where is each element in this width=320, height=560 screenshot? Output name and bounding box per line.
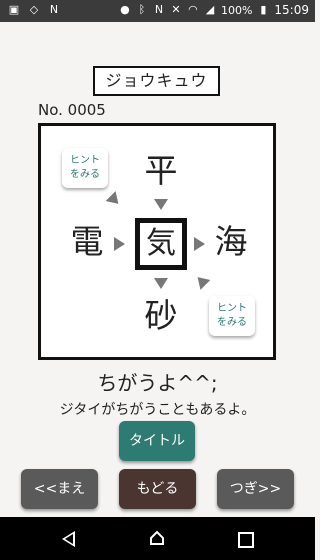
- hint-label-line2: をみる: [217, 317, 247, 328]
- next-button[interactable]: つぎ>>: [217, 469, 294, 509]
- status-bar: ▣ ◇ N ● ᛒ N ✕ ◠ ◢ 100% ▮ 15:09: [0, 0, 315, 22]
- hint-button-top[interactable]: ヒント をみる: [62, 148, 108, 188]
- bluetooth-icon: ᛒ: [138, 3, 146, 16]
- kanji-bottom: 砂: [144, 296, 178, 335]
- clock: 15:09: [274, 3, 309, 17]
- arrow-down-icon: [154, 199, 168, 210]
- level-number: No. 0005: [38, 101, 106, 119]
- prev-button[interactable]: <<まえ: [21, 469, 98, 509]
- shield-icon: ◇: [29, 3, 39, 16]
- level-title: ジョウキュウ: [93, 66, 220, 96]
- arrow-down-icon: [154, 278, 168, 289]
- kanji-left: 電: [70, 222, 104, 261]
- nfc-icon: N: [154, 3, 164, 16]
- wifi-icon: ◠: [188, 3, 198, 16]
- hint-label-line1: ヒント: [217, 303, 247, 314]
- hint-label-line2: をみる: [70, 169, 100, 180]
- kanji-top: 平: [144, 151, 178, 190]
- arrow-right-icon: [114, 237, 125, 251]
- arrow-right-icon: [194, 237, 205, 251]
- location-icon: ●: [120, 3, 130, 16]
- nav-recent-icon[interactable]: [238, 532, 254, 548]
- signal-icon: ◢: [205, 3, 215, 16]
- n-icon: N: [49, 3, 59, 16]
- hint-label-line1: ヒント: [70, 155, 100, 166]
- mute-icon: ✕: [171, 3, 181, 16]
- back-button[interactable]: もどる: [119, 469, 196, 509]
- nav-home-icon[interactable]: [149, 530, 165, 546]
- battery-percent: 100%: [220, 3, 253, 17]
- result-submessage: ジタイがちがうこともあるよ。: [59, 402, 256, 418]
- arrow-diagonal-icon: [105, 191, 124, 209]
- result-message: ちがうよ^^;: [97, 371, 218, 395]
- title-button[interactable]: タイトル: [119, 421, 195, 461]
- app-icon: ▣: [8, 3, 20, 16]
- nav-back-icon[interactable]: [62, 531, 75, 547]
- hint-button-bottom[interactable]: ヒント をみる: [209, 296, 255, 336]
- arrow-diagonal-icon: [192, 272, 211, 290]
- puzzle-board: ヒント をみる 平 電 海 砂 気 ヒント をみる: [38, 123, 276, 360]
- navigation-bar: [0, 517, 315, 560]
- kanji-right: 海: [214, 222, 248, 261]
- answer-box[interactable]: 気: [135, 218, 187, 270]
- battery-icon: ▮: [260, 3, 267, 16]
